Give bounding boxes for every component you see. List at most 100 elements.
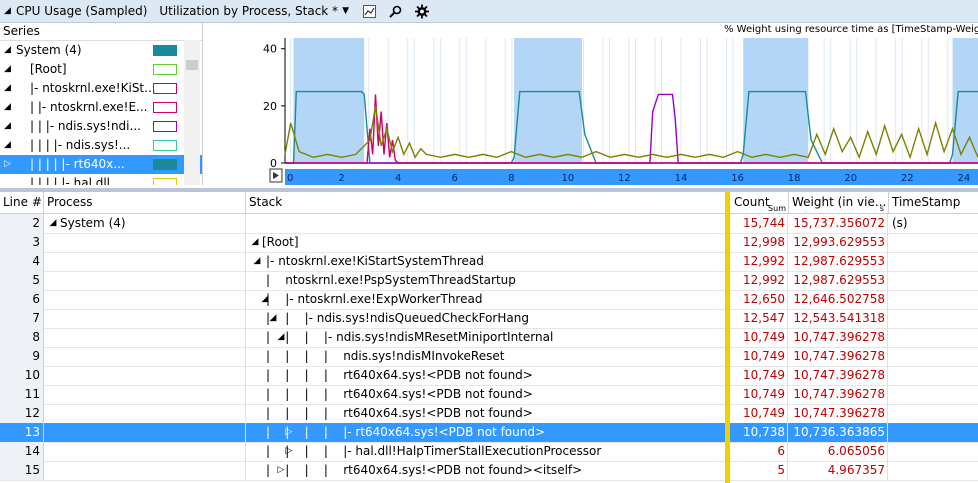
collapse-icon[interactable]: ◢ xyxy=(4,79,11,98)
collapse-icon[interactable]: ◢ xyxy=(4,98,11,117)
series-row[interactable]: ◢ | | | |- ndis.sys!... xyxy=(0,136,202,155)
table-row[interactable]: 2 ◢ System (4) 15,744 15,737.356072 xyxy=(0,214,978,234)
series-color-swatch[interactable] xyxy=(153,121,177,132)
table-row[interactable]: 15 ▷ | | | | rt640x64.sys!<PDB not found><… xyxy=(0,461,978,481)
series-color-swatch[interactable] xyxy=(153,140,177,151)
table-row[interactable]: 13 ▷ | | | | |- rt640x64.sys!<PDB not foun… xyxy=(0,423,978,443)
y-tick-label: 20 xyxy=(263,100,277,113)
stack-frame: | | | | rt640x64.sys!<PDB not found> xyxy=(266,368,533,382)
weight-cell: 10,747.396278 xyxy=(789,347,888,366)
series-color-swatch[interactable] xyxy=(153,159,177,170)
table-row[interactable]: 14 ▷ | | | | |- hal.dll!HalpTimerStallExec… xyxy=(0,442,978,462)
table-row[interactable]: 3 ◢ [Root] 12,998 12,993.629553 xyxy=(0,233,978,253)
series-scrollbar[interactable] xyxy=(184,40,200,185)
column-divider-bar[interactable] xyxy=(725,192,730,483)
series-color-swatch[interactable] xyxy=(153,45,177,56)
stack-frame: | | | | |- hal.dll!HalpTimerStallExecuti… xyxy=(266,444,602,458)
table-row[interactable]: 6 ◢ | |- ntoskrnl.exe!ExpWorkerThread 12,65… xyxy=(0,290,978,310)
collapse-icon[interactable]: ◢ xyxy=(252,252,262,271)
y-tick-label: 40 xyxy=(263,43,277,56)
count-cell: 10,738 xyxy=(731,423,788,442)
timestamp-cell xyxy=(889,423,978,442)
process-cell xyxy=(44,366,246,385)
timestamp-cell xyxy=(889,442,978,461)
table-row[interactable]: 7 ◢ | | |- ndis.sys!ndisQueuedCheckForHang… xyxy=(0,309,978,329)
line-number-cell: 3 xyxy=(0,233,44,252)
column-header-count[interactable]: Count Sum xyxy=(731,192,789,213)
weight-cell: 12,993.629553 xyxy=(789,233,888,252)
expand-icon[interactable]: ▷ xyxy=(4,155,11,174)
column-header-weight[interactable]: Weight (in vie... s xyxy=(789,192,889,213)
column-header-stack[interactable]: Stack xyxy=(246,192,726,213)
x-tick-label: 4 xyxy=(395,173,401,184)
table-header: Line # Process Stack Count Sum Weight (i… xyxy=(0,192,978,230)
stack-cell: ◢ | | |- ndis.sys!ndisQueuedCheckForHang xyxy=(246,309,726,328)
series-color-swatch[interactable] xyxy=(153,83,177,94)
stack-frame: | | | | rt640x64.sys!<PDB not found> xyxy=(266,387,533,401)
weight-cell: 10,747.396278 xyxy=(789,385,888,404)
weight-cell: 10,747.396278 xyxy=(789,328,888,347)
table-row[interactable]: 5 | ntoskrnl.exe!PspSystemThreadStartup 12… xyxy=(0,271,978,291)
series-row[interactable]: | | | | |- hal.dll xyxy=(0,174,202,185)
graph-settings-icon[interactable] xyxy=(363,4,377,18)
line-number-cell: 7 xyxy=(0,309,44,328)
process-cell xyxy=(44,290,246,309)
table-row[interactable]: 11 | | | | rt640x64.sys!<PDB not found> 10… xyxy=(0,385,978,405)
line-number-cell: 8 xyxy=(0,328,44,347)
weight-cell: 12,987.629553 xyxy=(789,271,888,290)
table-row[interactable]: 10 | | | | rt640x64.sys!<PDB not found> 10… xyxy=(0,366,978,386)
scrollbar-thumb[interactable] xyxy=(186,60,198,70)
series-label: | | | |- ndis.sys!... xyxy=(30,138,131,152)
collapse-icon[interactable]: ◢ xyxy=(4,117,11,136)
collapse-view-icon[interactable]: ◢ xyxy=(4,6,14,16)
collapse-icon[interactable]: ◢ xyxy=(250,233,260,252)
stack-frame: | | | | rt640x64.sys!<PDB not found><its… xyxy=(266,463,583,477)
gear-icon[interactable] xyxy=(414,4,429,18)
table-row[interactable]: 9 | | | | ndis.sys!ndisMInvokeReset 10,749… xyxy=(0,347,978,367)
series-label: | |- ntoskrnl.exe!E... xyxy=(30,100,148,114)
collapse-icon[interactable]: ◢ xyxy=(4,60,11,79)
series-label: System (4) xyxy=(16,43,82,57)
timestamp-cell xyxy=(889,309,978,328)
x-tick-label: 16 xyxy=(731,173,744,184)
stack-cell: ◢ | |- ntoskrnl.exe!ExpWorkerThread xyxy=(246,290,726,309)
stack-cell: ▷ | | | | rt640x64.sys!<PDB not found><it… xyxy=(246,461,726,480)
series-row[interactable]: ◢ | | |- ndis.sys!ndi... xyxy=(0,117,202,136)
line-number-cell: 2 xyxy=(0,214,44,233)
series-header: Series xyxy=(0,23,202,41)
collapse-icon[interactable]: ◢ xyxy=(4,136,11,155)
highlight-range xyxy=(743,38,809,163)
series-color-swatch[interactable] xyxy=(153,102,177,113)
count-cell: 12,998 xyxy=(731,233,788,252)
column-header-timestamp[interactable]: TimeStamp (s) xyxy=(889,192,978,230)
line-number-cell: 6 xyxy=(0,290,44,309)
series-row[interactable]: ◢ |- ntoskrnl.exe!KiSt... xyxy=(0,79,202,98)
cpu-usage-graph[interactable]: % Weight using resource time as [TimeSta… xyxy=(203,23,978,188)
weight-cell: 10,747.396278 xyxy=(789,366,888,385)
table-row[interactable]: 8 ◢ | | | |- ndis.sys!ndisMResetMiniportIn… xyxy=(0,328,978,348)
highlight-range xyxy=(293,38,365,163)
series-label: [Root] xyxy=(30,62,67,76)
column-header-line[interactable]: Line # xyxy=(0,192,44,213)
series-row[interactable]: ▷ | | | | |- rt640x... xyxy=(0,155,202,174)
line-number-cell: 11 xyxy=(0,385,44,404)
column-header-process[interactable]: Process xyxy=(44,192,246,213)
table-row[interactable]: 4 ◢ |- ntoskrnl.exe!KiStartSystemThread 12,… xyxy=(0,252,978,272)
weight-label: Weight (in vie... xyxy=(792,195,887,209)
table-row[interactable]: 12 | | | | rt640x64.sys!<PDB not found> 10… xyxy=(0,404,978,424)
stack-cell: ◢ |- ntoskrnl.exe!KiStartSystemThread xyxy=(246,252,726,271)
timestamp-cell xyxy=(889,290,978,309)
series-row[interactable]: ◢ System (4) xyxy=(0,41,202,60)
series-row[interactable]: ◢ | |- ntoskrnl.exe!E... xyxy=(0,98,202,117)
timestamp-cell xyxy=(889,347,978,366)
search-icon[interactable] xyxy=(389,4,403,18)
collapse-icon[interactable]: ◢ xyxy=(4,41,11,60)
series-row[interactable]: ◢ [Root] xyxy=(0,60,202,79)
preset-selector[interactable]: Utilization by Process, Stack * xyxy=(159,4,338,18)
series-color-swatch[interactable] xyxy=(153,178,177,185)
series-color-swatch[interactable] xyxy=(153,64,177,75)
collapse-icon[interactable]: ◢ xyxy=(48,214,58,233)
view-title: CPU Usage (Sampled) xyxy=(16,4,148,18)
x-tick-label: 0 xyxy=(287,173,293,184)
chevron-down-icon[interactable]: ▼ xyxy=(342,6,349,16)
